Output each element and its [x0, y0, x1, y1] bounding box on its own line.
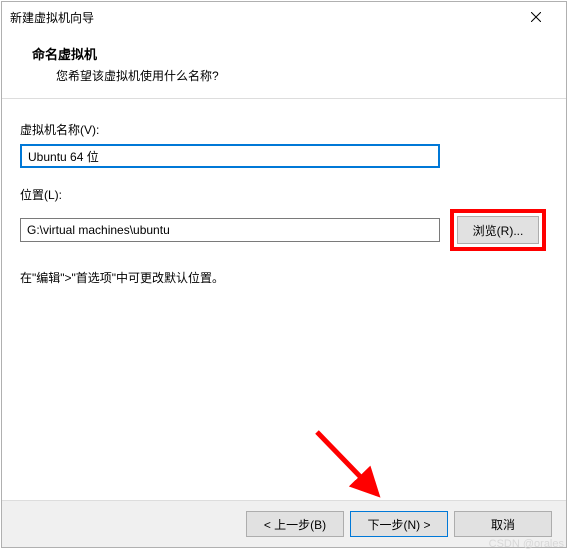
- browse-button[interactable]: 浏览(R)...: [457, 216, 539, 244]
- footer: < 上一步(B) 下一步(N) > 取消: [2, 500, 566, 547]
- header-section: 命名虚拟机 您希望该虚拟机使用什么名称?: [2, 32, 566, 99]
- cancel-button[interactable]: 取消: [454, 511, 552, 537]
- header-subtitle: 您希望该虚拟机使用什么名称?: [32, 67, 566, 84]
- annotation-arrow: [307, 422, 397, 512]
- location-row: 浏览(R)...: [20, 209, 548, 251]
- vm-name-input[interactable]: [20, 144, 440, 168]
- vm-name-label: 虚拟机名称(V):: [20, 121, 548, 138]
- hint-text: 在"编辑">"首选项"中可更改默认位置。: [20, 269, 548, 286]
- vm-name-group: 虚拟机名称(V):: [20, 121, 548, 168]
- location-group: 位置(L): 浏览(R)...: [20, 186, 548, 251]
- browse-highlight: 浏览(R)...: [450, 209, 546, 251]
- watermark: CSDN @orales: [489, 538, 564, 550]
- location-label: 位置(L):: [20, 186, 548, 203]
- wizard-window: 新建虚拟机向导 命名虚拟机 您希望该虚拟机使用什么名称? 虚拟机名称(V): 位…: [1, 1, 567, 548]
- content-area: 虚拟机名称(V): 位置(L): 浏览(R)... 在"编辑">"首选项"中可更…: [2, 99, 566, 304]
- close-button[interactable]: [514, 3, 558, 31]
- next-button[interactable]: 下一步(N) >: [350, 511, 448, 537]
- location-input[interactable]: [20, 218, 440, 242]
- close-icon: [531, 12, 541, 22]
- back-button[interactable]: < 上一步(B): [246, 511, 344, 537]
- titlebar: 新建虚拟机向导: [2, 2, 566, 32]
- window-title: 新建虚拟机向导: [10, 9, 94, 26]
- header-title: 命名虚拟机: [32, 44, 566, 63]
